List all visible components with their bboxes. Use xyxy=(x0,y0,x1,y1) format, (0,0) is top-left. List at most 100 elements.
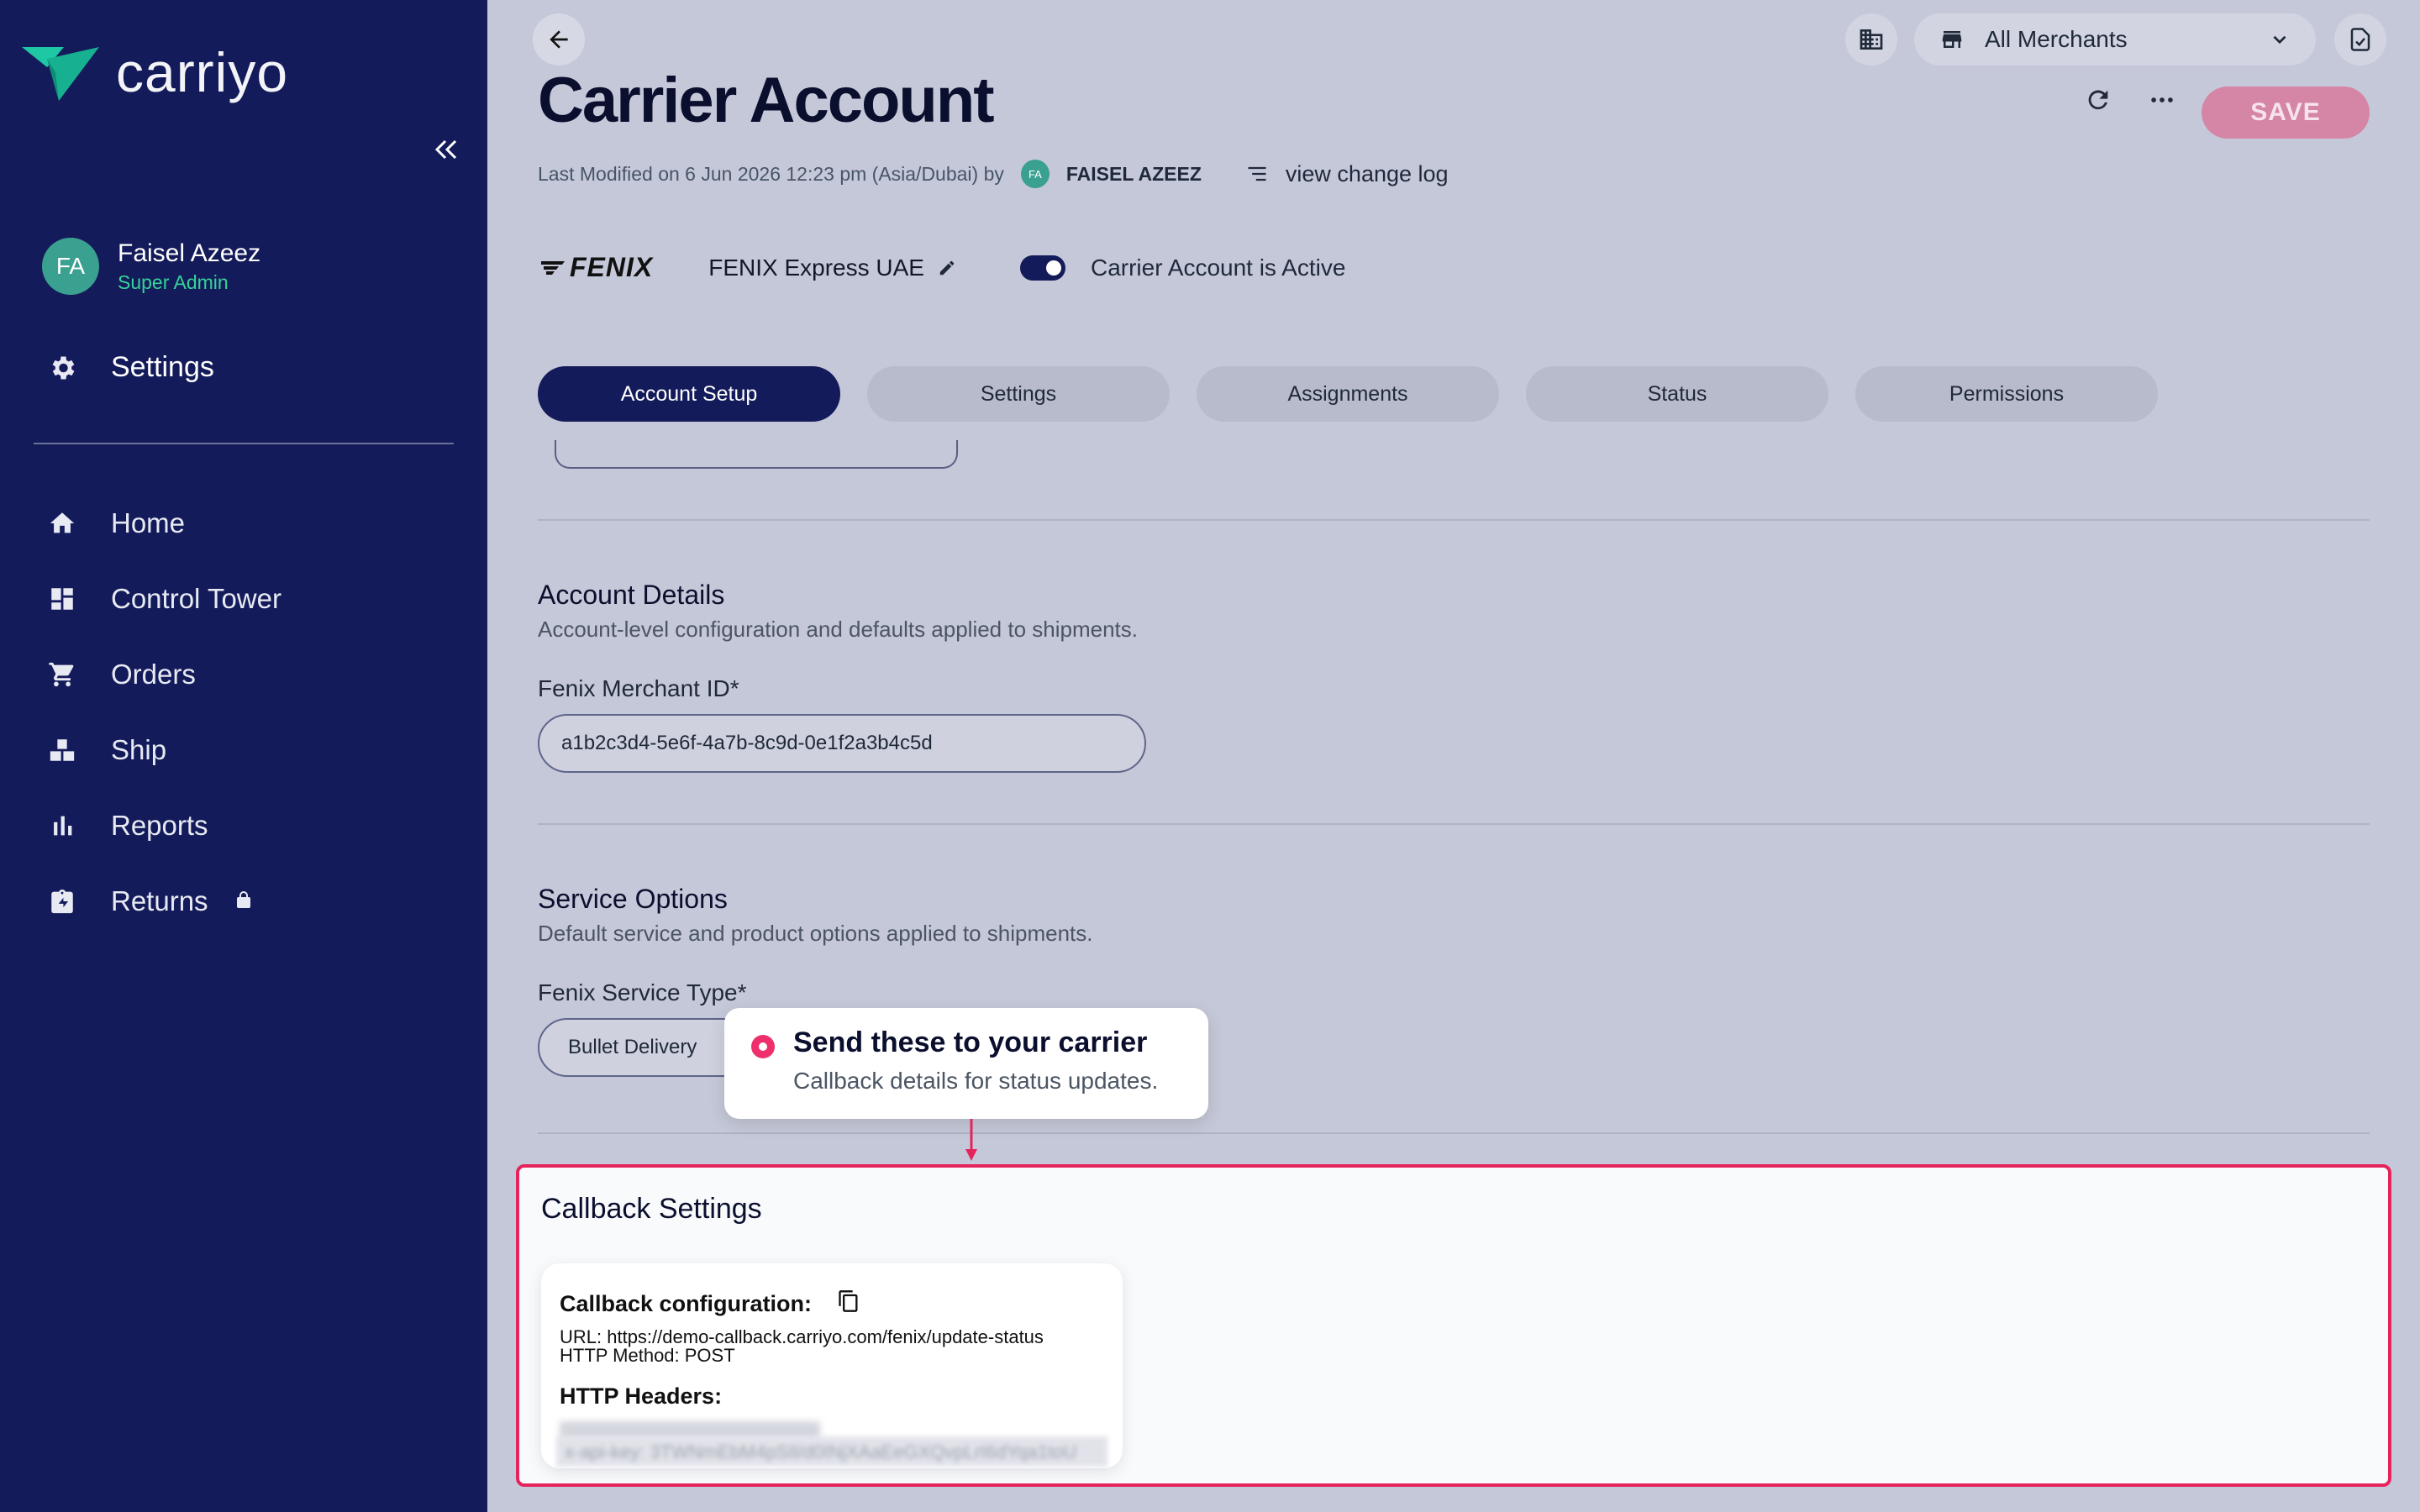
sidebar-item-returns[interactable]: Returns xyxy=(47,864,281,939)
scrolled-field-edge xyxy=(555,440,958,469)
user-role: Super Admin xyxy=(118,270,229,293)
avatar: FA xyxy=(42,238,99,295)
user-name: Faisel Azeez xyxy=(118,239,261,267)
account-details-title: Account Details xyxy=(538,580,725,610)
back-button[interactable] xyxy=(533,13,585,66)
http-headers-value-blurred: x-api-key: 3TWNmEbM4pSIl/d0INjXAaEeGXQvp… xyxy=(556,1421,1107,1468)
pencil-icon xyxy=(939,260,955,275)
document-check-icon xyxy=(2350,28,2370,51)
more-horizontal-icon xyxy=(2151,97,2173,102)
sidebar-divider xyxy=(34,443,454,444)
sidebar-item-reports[interactable]: Reports xyxy=(47,788,281,864)
callback-config-label: Callback configuration: xyxy=(560,1291,813,1316)
carrier-logo: FENIX xyxy=(541,252,653,283)
carrier-header: FENIX FENIX Express UAE Carrier Account … xyxy=(541,252,1345,283)
tab-status[interactable]: Status xyxy=(1526,366,1828,422)
account-details-subtitle: Account-level configuration and defaults… xyxy=(538,617,1138,642)
building-icon xyxy=(1860,29,1883,50)
sidebar-item-label: Returns xyxy=(111,885,208,916)
refresh-icon xyxy=(2088,90,2108,110)
merchant-id-value: a1b2c3d4-5e6f-4a7b-8c9d-0e1f2a3b4c5d xyxy=(561,732,933,754)
callback-url: URL: https://demo-callback.carriyo.com/f… xyxy=(560,1326,1044,1347)
list-icon xyxy=(1248,166,1266,181)
view-change-log-link[interactable]: view change log xyxy=(1244,161,1449,187)
sidebar-item-label: Home xyxy=(111,507,186,538)
tab-account-setup[interactable]: Account Setup xyxy=(538,366,840,422)
merchant-select[interactable]: All Merchants xyxy=(1914,13,2316,66)
sidebar-item-orders[interactable]: Orders xyxy=(47,637,281,712)
sidebar: carriyo FA Faisel Azeez Super Admin Sett… xyxy=(0,0,487,1512)
arrow-down-icon xyxy=(965,1119,977,1161)
sidebar-item-label: Settings xyxy=(111,351,214,383)
copy-icon xyxy=(839,1290,858,1312)
tooltip-title: Send these to your carrier xyxy=(793,1026,1148,1058)
modifier-name: FAISEL AZEEZ xyxy=(1065,162,1202,185)
carrier-account-name-text: FENIX Express UAE xyxy=(708,254,924,281)
callback-method: HTTP Method: POST xyxy=(560,1345,735,1366)
merchant-id-field[interactable]: a1b2c3d4-5e6f-4a7b-8c9d-0e1f2a3b4c5d xyxy=(538,714,1146,773)
callback-settings-section: Callback Settings Callback configuration… xyxy=(516,1164,2391,1487)
carriyo-logo[interactable]: carriyo xyxy=(22,40,288,104)
sidebar-item-label: Control Tower xyxy=(111,583,281,614)
organization-button[interactable] xyxy=(1845,13,1897,66)
carrier-account-name[interactable]: FENIX Express UAE xyxy=(708,255,956,281)
fenix-wing-icon xyxy=(541,260,565,275)
last-modified-meta: Last Modified on 6 Jun 2026 12:23 pm (As… xyxy=(538,160,1449,188)
refresh-button[interactable] xyxy=(2084,86,2112,118)
page-title: Carrier Account xyxy=(538,65,995,136)
modifier-avatar: FA xyxy=(1020,160,1050,188)
sidebar-item-home[interactable]: Home xyxy=(47,486,281,561)
service-options-subtitle: Default service and product options appl… xyxy=(538,921,1093,946)
sidebar-item-control-tower[interactable]: Control Tower xyxy=(47,561,281,637)
sidebar-item-settings[interactable]: Settings xyxy=(47,351,214,384)
carrier-logo-text: FENIX xyxy=(570,252,654,282)
section-divider xyxy=(538,1132,2370,1134)
chevron-down-icon xyxy=(2273,35,2286,45)
merchant-select-value: All Merchants xyxy=(1985,26,2128,52)
active-label: Carrier Account is Active xyxy=(1090,254,1346,281)
guide-tooltip: Send these to your carrier Callback deta… xyxy=(724,1008,1208,1119)
copy-button[interactable] xyxy=(837,1289,860,1320)
collapse-sidebar-button[interactable] xyxy=(429,133,462,166)
tooltip-subtitle: Callback details for status updates. xyxy=(793,1068,1159,1094)
carriyo-bird-icon xyxy=(22,47,99,101)
double-chevron-left-icon xyxy=(434,139,457,160)
sidebar-nav: Home Control Tower Orders Ship Reports R… xyxy=(47,486,281,939)
dashboard-icon xyxy=(47,584,77,614)
service-options-title: Service Options xyxy=(538,884,728,914)
tab-assignments[interactable]: Assignments xyxy=(1197,366,1499,422)
http-headers-value: x-api-key: 3TWNmEbM4pSIl/d0INjXAaEeGXQvp… xyxy=(556,1436,1107,1467)
sidebar-item-ship[interactable]: Ship xyxy=(47,712,281,788)
logo-text: carriyo xyxy=(116,41,289,103)
callback-config-card: Callback configuration: URL: https://dem… xyxy=(541,1263,1123,1468)
gear-icon xyxy=(52,356,75,379)
service-type-value: Bullet Delivery xyxy=(568,1036,697,1058)
home-icon xyxy=(47,508,77,538)
tab-bar: Account Setup Settings Assignments Statu… xyxy=(538,366,2158,422)
lock-icon xyxy=(234,885,254,917)
arrow-left-icon xyxy=(550,30,568,49)
save-button[interactable]: SAVE xyxy=(2202,87,2370,139)
tooltip-dot-icon xyxy=(751,1035,775,1058)
bar-chart-icon xyxy=(47,811,77,841)
store-icon xyxy=(1942,31,1962,48)
sidebar-item-label: Orders xyxy=(111,659,196,690)
boxes-icon xyxy=(47,735,77,765)
merchant-id-label: Fenix Merchant ID* xyxy=(538,675,739,701)
callback-settings-title: Callback Settings xyxy=(541,1193,762,1225)
more-options-button[interactable] xyxy=(2148,86,2176,118)
document-button[interactable] xyxy=(2334,13,2386,66)
last-modified-text: Last Modified on 6 Jun 2026 12:23 pm (As… xyxy=(538,162,1004,185)
service-type-label: Fenix Service Type* xyxy=(538,979,747,1005)
http-headers-label: HTTP Headers: xyxy=(560,1383,723,1409)
active-toggle[interactable] xyxy=(1019,255,1065,281)
sidebar-item-label: Reports xyxy=(111,810,208,841)
cart-icon xyxy=(47,659,77,690)
section-divider xyxy=(538,823,2370,825)
change-log-label: view change log xyxy=(1285,160,1449,186)
user-profile[interactable]: FA Faisel Azeez Super Admin xyxy=(42,238,260,295)
tab-settings[interactable]: Settings xyxy=(867,366,1170,422)
sidebar-item-label: Ship xyxy=(111,734,167,765)
return-icon xyxy=(47,886,77,916)
tab-permissions[interactable]: Permissions xyxy=(1855,366,2158,422)
